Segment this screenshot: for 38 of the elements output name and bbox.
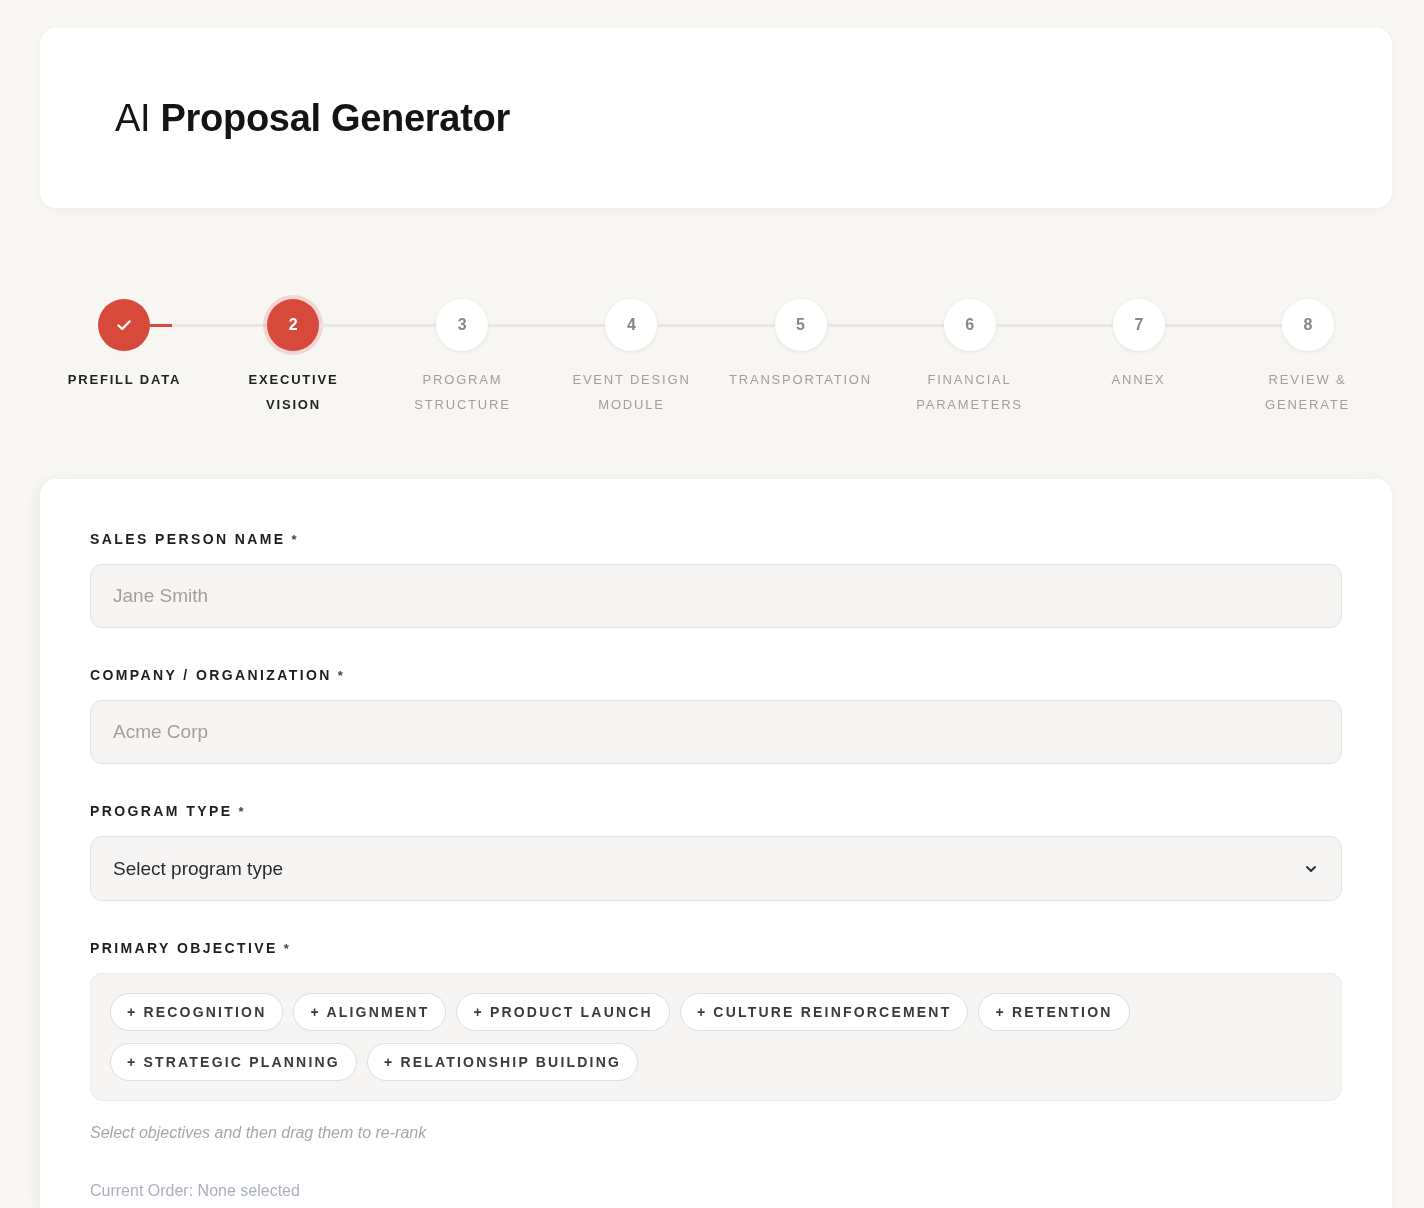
step-circle[interactable]: 2 — [267, 299, 320, 351]
field-label: SALES PERSON NAME — [90, 530, 286, 548]
step-circle[interactable]: 4 — [605, 299, 658, 351]
step-label: REVIEW & GENERATE — [1264, 371, 1351, 414]
text-input[interactable]: Acme Corp — [90, 700, 1342, 764]
objective-chip[interactable]: + RELATIONSHIP BUILDING — [366, 1043, 639, 1081]
step-circle[interactable]: 3 — [436, 299, 489, 351]
step-circle[interactable]: 8 — [1282, 299, 1334, 351]
objective-chip[interactable]: + STRATEGIC PLANNING — [110, 1043, 357, 1081]
step-label: TRANSPORTATION — [729, 371, 872, 389]
text-input[interactable]: Jane Smith — [90, 564, 1342, 628]
step-label: PROGRAM STRUCTURE — [413, 371, 512, 414]
current-order-text: Current Order: None selected — [90, 1181, 301, 1201]
app-title: AI Proposal Generator — [115, 96, 510, 140]
required-asterisk: * — [283, 940, 289, 958]
step-circle[interactable]: 5 — [774, 299, 827, 351]
step-label: ANNEX — [1111, 371, 1166, 389]
objective-chip[interactable]: + PRODUCT LAUNCH — [456, 993, 670, 1031]
step-label: PREFILL DATA — [67, 371, 182, 389]
step-circle[interactable] — [98, 299, 150, 351]
field-label: PROGRAM TYPE — [90, 802, 233, 820]
required-asterisk: * — [291, 531, 297, 549]
objective-chip[interactable]: + CULTURE REINFORCEMENT — [679, 993, 969, 1031]
objective-chip[interactable]: + ALIGNMENT — [293, 993, 447, 1031]
check-icon — [117, 319, 131, 331]
helper-text: Select objectives and then drag them to re-rank — [90, 1123, 428, 1143]
select-field[interactable]: Select program type — [90, 836, 1342, 901]
field-label: PRIMARY OBJECTIVE — [90, 939, 278, 957]
required-asterisk: * — [337, 667, 343, 685]
step-circle[interactable]: 7 — [1112, 299, 1165, 351]
required-asterisk: * — [238, 803, 244, 821]
step-circle[interactable]: 6 — [943, 299, 996, 351]
objective-chip[interactable]: + RECOGNITION — [110, 993, 284, 1031]
step-label: EVENT DESIGN MODULE — [571, 371, 692, 414]
objective-chip[interactable]: + RETENTION — [978, 993, 1130, 1031]
step-label: FINANCIAL PARAMETERS — [915, 371, 1024, 414]
step-label: EXECUTIVE VISION — [247, 371, 340, 414]
field-label: COMPANY / ORGANIZATION — [90, 666, 332, 684]
